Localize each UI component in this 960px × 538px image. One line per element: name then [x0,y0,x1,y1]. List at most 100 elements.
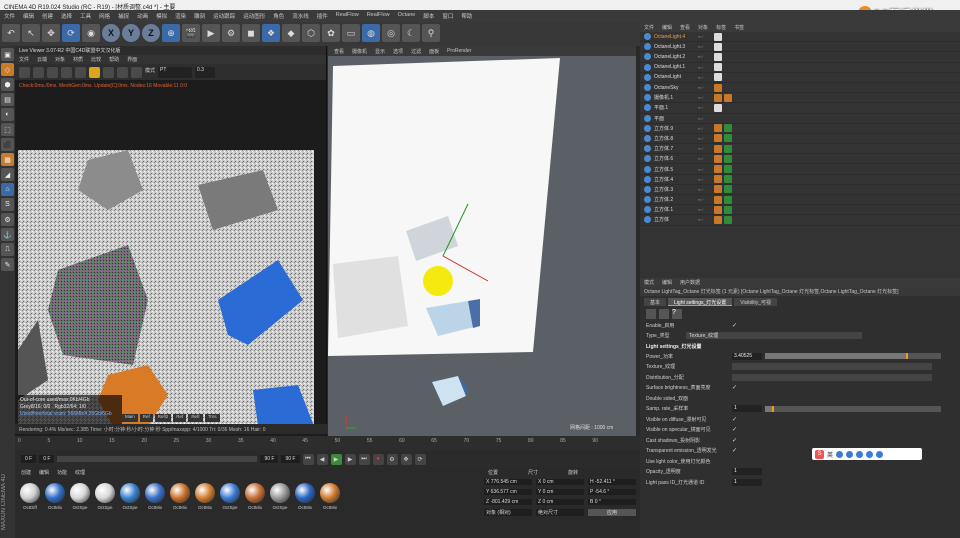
coordinate-field[interactable]: P -54.6 ° [588,489,636,495]
live-viewer-menu-item[interactable]: 云端 [37,56,47,63]
object-row[interactable]: OctaneLight.3 ▪▪✓ [640,42,960,53]
enable-checkbox[interactable]: ✓ [732,322,739,329]
menu-item[interactable]: 编辑 [23,12,34,20]
object-tag-icon[interactable] [724,215,732,224]
viewport-menu-item[interactable]: 显示 [375,48,385,55]
material-swatch[interactable]: OctSpe [69,483,91,510]
toolbar-tool-icon[interactable]: Y [122,24,140,42]
live-viewer-menu-item[interactable]: 帮助 [109,56,119,63]
material-name[interactable]: OctMix [198,505,212,510]
material-preview-ball[interactable] [120,483,140,503]
object-tag-icon[interactable] [714,175,722,184]
material-name[interactable]: OctMix [173,505,187,510]
object-row[interactable]: OctaneLight.2 ▪▪✓ [640,52,960,63]
render-pass-tab[interactable]: Trns [204,414,220,422]
object-row[interactable]: 平面 ▪▪✓ [640,114,960,124]
power-slider[interactable] [765,353,941,360]
menu-item[interactable]: 运动跟踪 [213,12,235,20]
ime-menu-icon[interactable] [876,450,884,458]
goto-start-icon[interactable]: ⏮ [302,453,314,465]
coordinate-field[interactable]: H -52.411 ° [588,479,636,485]
object-name[interactable]: 立方体.7 [654,145,698,152]
toolbar-tool-icon[interactable]: ◼ [242,24,260,42]
surface-brightness-checkbox[interactable]: ✓ [732,384,739,391]
cast-shadows-row[interactable]: Cast shadows_投射阴影 ✓ [640,435,960,446]
render-pass-tab[interactable]: Refr [188,414,203,422]
end-frame-field[interactable]: 90 F [260,455,279,463]
menu-item[interactable]: 脚本 [423,12,434,20]
pause-icon[interactable] [47,66,58,78]
material-name[interactable]: OctSpe [72,505,87,510]
material-menu-item[interactable]: 创建 [21,469,31,476]
visible-specular-row[interactable]: Visible on specular_镜面可见 ✓ [640,425,960,436]
object-row[interactable]: 立方体.3 ▪▪✓ [640,185,960,195]
ime-emoji-icon[interactable] [836,450,844,458]
visibility-dots[interactable]: ▪▪✓ [698,54,712,59]
visibility-dots[interactable]: ▪▪✓ [698,156,712,161]
toolbar-tool-icon[interactable]: ✥ [42,24,60,42]
attribute-menu-item[interactable]: 用户数据 [680,279,700,286]
coordinate-field[interactable]: B 0 ° [588,499,636,505]
object-manager-menu-item[interactable]: 编辑 [662,24,672,31]
material-name[interactable]: OctSpe [222,505,237,510]
visibility-dots[interactable]: ▪▪✓ [698,116,712,121]
light-pass-input[interactable]: 1 [732,478,762,486]
live-viewer-menu-item[interactable]: 文件 [19,56,29,63]
toolbar-tool-icon[interactable]: ◎ [382,24,400,42]
opacity-input[interactable]: 1 [732,468,762,476]
material-name[interactable]: OctSpe [97,505,112,510]
lock-icon[interactable] [89,66,100,78]
object-icon[interactable] [659,309,669,319]
toolbar-tool-icon[interactable]: ◆ [282,24,300,42]
toolbar-tool-icon[interactable]: ▭ [342,24,360,42]
toolbar-tool-icon[interactable]: ◉ [82,24,100,42]
material-preview-ball[interactable] [95,483,115,503]
left-tool-icon[interactable]: ⎍ [1,243,14,256]
material-swatch[interactable]: OctMix [144,483,166,510]
visibility-dots[interactable]: ▪▪✓ [698,187,712,192]
object-tag-icon[interactable] [724,205,732,214]
object-row[interactable]: 立方体.1 ▪▪✓ [640,205,960,216]
visibility-dots[interactable]: ▪▪✓ [698,85,712,90]
object-tag-icon[interactable] [714,165,722,174]
material-swatch[interactable]: OctSpe [269,483,291,510]
toolbar-tool-icon[interactable]: ⊕ [162,24,180,42]
object-manager-menu-item[interactable]: 对象 [698,24,708,31]
object-tag-icon[interactable] [714,103,722,112]
stop-icon[interactable] [33,66,44,78]
menu-item[interactable]: 动画 [137,12,148,20]
object-row[interactable]: 摄像机.1 ▪▪✓ [640,93,960,104]
material-swatch[interactable]: OctMix [44,483,66,510]
object-tag-icon[interactable] [714,195,722,204]
toolbar-tool-icon[interactable]: ⚙ [222,24,240,42]
samp-rate-input[interactable]: 1 [732,405,762,413]
toolbar-tool-icon[interactable]: ⟳ [62,24,80,42]
viewport-menu-item[interactable]: 查看 [334,48,344,55]
material-swatch[interactable]: OctSpe [119,483,141,510]
object-name[interactable]: 立方体 [654,216,698,223]
material-preview-ball[interactable] [320,483,340,503]
left-tool-icon[interactable]: ✎ [1,258,14,271]
material-swatch[interactable]: OctMix [194,483,216,510]
object-name[interactable]: 摄像机.1 [654,94,698,101]
coord-apply-button[interactable]: 应用 [588,509,636,516]
visibility-dots[interactable]: ▪▪✓ [698,197,712,202]
max-frame-field[interactable]: 90 F [281,455,300,463]
left-tool-icon[interactable]: ▤ [1,93,14,106]
menu-item[interactable]: 帮助 [461,12,472,20]
prev-key-icon[interactable]: ◀ [316,453,328,465]
ime-keyboard-icon[interactable] [856,450,864,458]
object-row[interactable]: 立方体.4 ▪▪✓ [640,175,960,185]
toolbar-tool-icon[interactable]: Z [142,24,160,42]
object-name[interactable]: 立方体.2 [654,196,698,203]
left-tool-icon[interactable]: ▣ [1,48,14,61]
object-tag-icon[interactable] [724,185,732,194]
left-tool-icon[interactable]: ⚙ [1,213,14,226]
material-swatch[interactable]: OctMix [294,483,316,510]
tag-icon[interactable] [646,309,656,319]
range-slider[interactable] [57,456,258,462]
object-tag-icon[interactable] [714,205,722,214]
coordinate-field[interactable]: Z -801.429 cm [484,499,532,505]
menu-item[interactable]: RealFlow [367,12,390,20]
object-tag-icon[interactable] [724,165,732,174]
